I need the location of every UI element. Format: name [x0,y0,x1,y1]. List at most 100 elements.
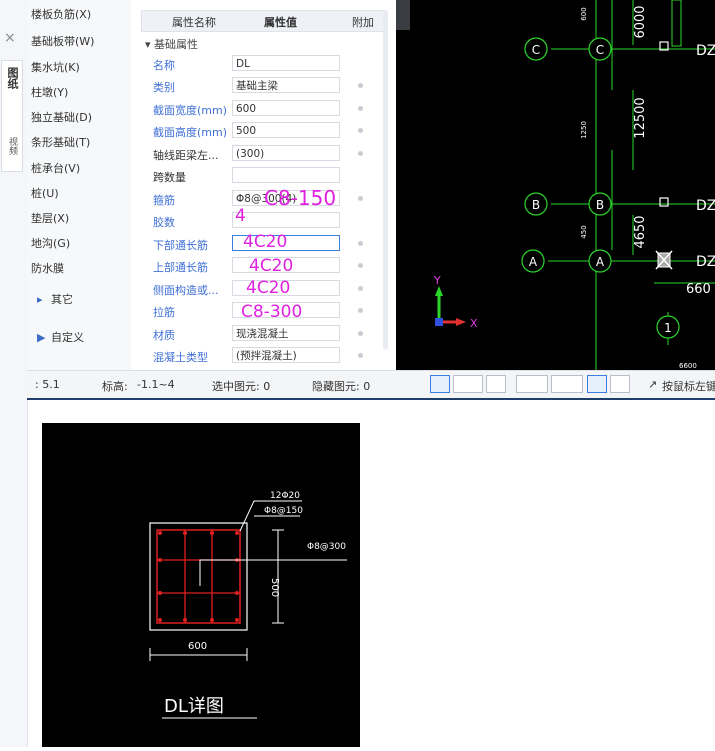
property-name: 材质 [153,329,175,342]
snap-dropdown-icon[interactable] [453,375,483,393]
attach-checkbox[interactable] [358,308,363,313]
cad-viewport[interactable]: C C B B A A 1 6000 12500 4650 660 DZ DZ … [396,0,715,370]
property-row-side-rebar[interactable]: 侧面构造或... [141,278,381,300]
component-item[interactable]: 基础板带(W) [31,31,129,53]
property-value[interactable] [232,235,340,251]
close-icon[interactable]: × [4,30,16,46]
properties-header: 属性名称 属性值 附加 [141,10,385,32]
property-value[interactable]: Φ8@300(4) [232,190,340,206]
property-row-bottom-rebar[interactable]: 下部通长筋 [141,233,381,255]
property-value[interactable]: 600 [232,100,340,116]
ortho-toggle-icon[interactable] [430,375,450,393]
grid-label: C [596,43,604,57]
property-value[interactable]: (预拌混凝土) [232,347,340,363]
property-row-legs[interactable]: 胶数 [141,210,381,232]
property-row-material[interactable]: 材质 现浇混凝土 [141,323,381,345]
header-extra: 附加 [352,16,374,29]
attach-checkbox[interactable] [358,196,363,201]
grid-label: A [529,255,538,269]
property-row-width[interactable]: 截面宽度(mm) 600 [141,98,381,120]
grid-label: A [596,255,605,269]
mouse-hint: 按鼠标左键 [662,380,715,393]
component-item[interactable]: 防水膜 [31,258,129,280]
component-item[interactable]: 集水坑(K) [31,57,129,79]
vertical-tab-subtitle: 视频 [7,137,17,155]
component-item[interactable]: 楼板负筋(X) [31,4,129,26]
property-row-span-count[interactable]: 跨数量 [141,165,381,187]
vertical-tab-title: 图纸 [6,67,19,89]
property-value[interactable] [232,257,340,273]
expand-arrow-icon[interactable]: ↗ [648,378,657,391]
attach-checkbox[interactable] [358,263,363,268]
property-name: 跨数量 [153,171,186,184]
component-item[interactable]: 桩(U) [31,183,129,205]
attach-checkbox[interactable] [358,106,363,111]
property-group-basic[interactable]: ▾ 基础属性 [145,36,198,52]
property-row-name[interactable]: 名称 DL [141,53,381,75]
properties-scrollbar[interactable] [383,10,388,350]
property-name: 上部通长筋 [153,261,208,274]
component-item[interactable]: 地沟(G) [31,233,129,255]
component-list: 楼板负筋(X) 基础板带(W) 集水坑(K) 柱墩(Y) 独立基础(D) 条形基… [27,0,132,370]
property-value[interactable]: (300) [232,145,340,161]
rebar-stirrup-label: Φ8@150 [264,506,303,516]
dynamic-input-icon[interactable] [587,375,607,393]
offset-dropdown-icon[interactable] [551,375,583,393]
cross-toggle-icon[interactable] [486,375,506,393]
attach-checkbox[interactable] [358,331,363,336]
attach-checkbox[interactable] [358,241,363,246]
group-custom[interactable]: ▶ 自定义 [37,328,84,348]
detail-title: DL详图 [164,696,224,717]
panel-collapse-handle[interactable] [396,0,410,30]
property-row-height[interactable]: 截面高度(mm) 500 [141,120,381,142]
header-value: 属性值 [264,16,297,29]
property-name: 名称 [153,59,175,72]
component-item[interactable]: 条形基础(T) [31,132,129,154]
grid-label: 1 [664,321,672,335]
attach-checkbox[interactable] [358,128,363,133]
attach-checkbox[interactable] [358,286,363,291]
property-value[interactable]: 现浇混凝土 [232,325,340,341]
grid-label: C [532,43,540,57]
property-row-category[interactable]: 类别 基础主梁 [141,75,381,97]
property-name: 侧面构造或... [153,284,219,297]
axis-label-x: X [470,317,478,330]
property-row-axis-offset[interactable]: 轴线距梁左... (300) [141,143,381,165]
group-other[interactable]: ▸ 其它 [37,290,73,310]
polar-toggle-icon[interactable] [610,375,630,393]
property-value[interactable] [232,302,340,318]
component-item[interactable]: 垫层(X) [31,208,129,230]
beam-label: DZ [696,254,715,270]
property-value[interactable] [232,212,340,228]
property-row-top-rebar[interactable]: 上部通长筋 [141,255,381,277]
property-value[interactable]: 基础主梁 [232,77,340,93]
ucs-axis-icon: X Y [433,274,478,330]
attach-checkbox[interactable] [358,83,363,88]
component-item[interactable]: 柱墩(Y) [31,82,129,104]
property-row-concrete-type[interactable]: 混凝土类型 (预拌混凝土) [141,345,381,367]
group-other-label: 其它 [51,293,73,306]
status-bar: : 5.1 标高: -1.1~4 选中图元: 0 隐藏图元: 0 ↗ 按鼠标左键 [27,370,715,399]
detail-width-dimension: 600 [188,641,207,652]
property-row-tie[interactable]: 拉筋 [141,300,381,322]
axis-label-y: Y [433,274,441,287]
cad-drawing: C C B B A A 1 6000 12500 4650 660 DZ DZ … [433,0,715,370]
vertical-tab-drawings[interactable]: 图纸 视频 [1,60,23,172]
property-value[interactable]: DL [232,55,340,71]
hidden-count: 隐藏图元: 0 [312,380,371,393]
attach-checkbox[interactable] [358,353,363,358]
attach-checkbox[interactable] [358,151,363,156]
property-name: 截面宽度(mm) [153,104,228,117]
elevation-value: -1.1~4 [137,378,175,391]
detail-height-dimension: 500 [269,578,280,597]
angle-dropdown-icon[interactable] [516,375,548,393]
chevron-right-icon: ▸ [37,293,43,306]
property-name: 轴线距梁左... [153,149,219,162]
property-value[interactable] [232,167,340,183]
component-item[interactable]: 独立基础(D) [31,107,129,129]
component-item[interactable]: 桩承台(V) [31,158,129,180]
beam-label: DZ [696,43,715,59]
property-value[interactable]: 500 [232,122,340,138]
property-value[interactable] [232,280,340,296]
property-row-stirrup[interactable]: 箍筋 Φ8@300(4) [141,188,381,210]
